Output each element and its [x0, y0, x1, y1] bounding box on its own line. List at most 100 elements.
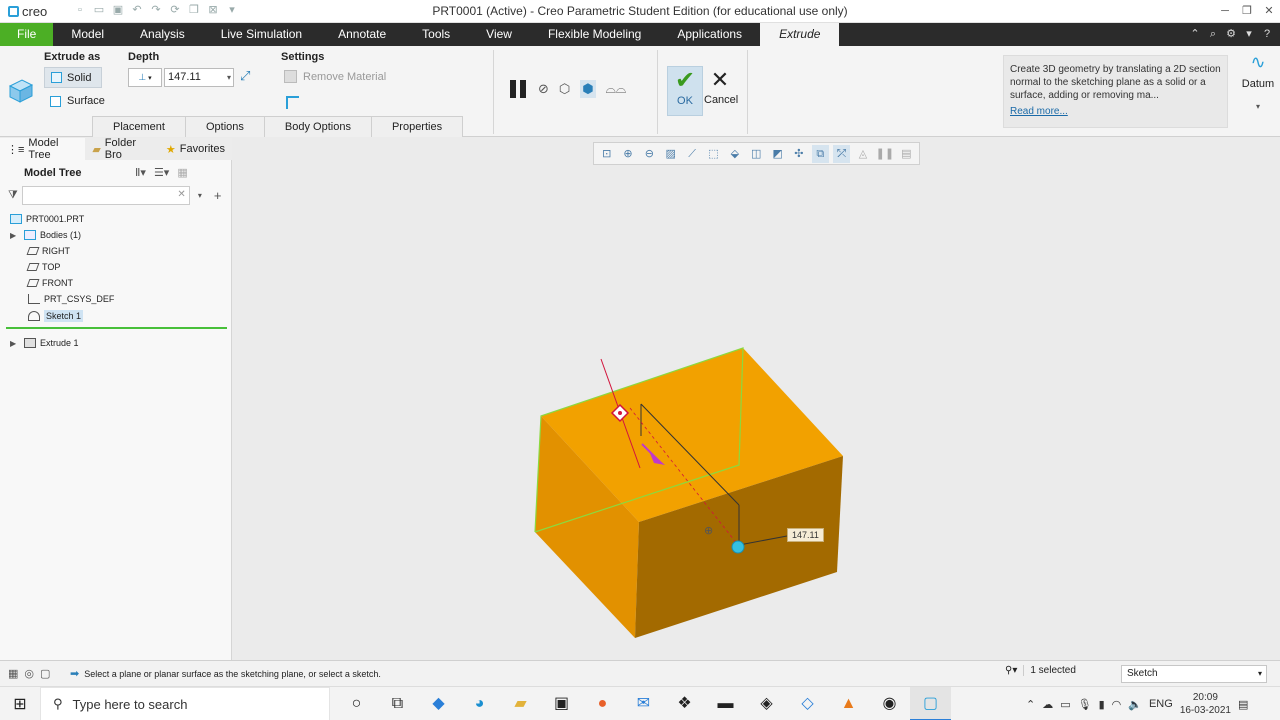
saved-orientations-icon[interactable]: ⬚ — [705, 145, 722, 163]
cortana-icon[interactable]: ○ — [336, 687, 377, 720]
tab-live-simulation[interactable]: Live Simulation — [203, 23, 320, 46]
new-icon[interactable]: ▫ — [74, 4, 86, 16]
expand-icon[interactable]: ▶ — [10, 339, 20, 348]
clock[interactable]: 20:09 16-03-2021 — [1180, 691, 1231, 717]
zoom-in-icon[interactable]: ⊕ — [619, 145, 636, 163]
funnel-icon[interactable]: ⧩ — [8, 189, 18, 202]
tree-item-right[interactable]: RIGHT — [26, 246, 70, 256]
terminal-icon[interactable]: ▬ — [705, 687, 746, 720]
depth-value-input[interactable]: 147.11 ▾ — [164, 68, 234, 87]
surface-button[interactable]: Surface — [50, 95, 105, 107]
help-icon[interactable]: ? — [1260, 23, 1274, 46]
wifi-icon[interactable]: ◠ — [1112, 698, 1122, 711]
ok-button[interactable]: ✔ OK — [667, 66, 703, 116]
subtab-body-options[interactable]: Body Options — [263, 116, 372, 137]
tree-item-extrude[interactable]: ▶ Extrude 1 — [10, 338, 79, 348]
save-icon[interactable]: ▣ — [112, 4, 124, 16]
appearance-icon[interactable]: ▤ — [898, 145, 915, 163]
firefox-icon[interactable]: ● — [582, 687, 623, 720]
pause-icon[interactable] — [510, 80, 528, 98]
language-indicator[interactable]: ENG — [1149, 698, 1173, 710]
network-icon[interactable]: ▭ — [1060, 698, 1070, 711]
taskbar-search-input[interactable]: ⚲ Type here to search — [40, 687, 330, 720]
depth-drag-handle[interactable] — [731, 540, 745, 554]
tree-item-front[interactable]: FRONT — [26, 278, 73, 288]
volume-icon[interactable]: 🔈 — [1128, 698, 1142, 711]
depth-type-dropdown[interactable]: ⊥ ▾ — [128, 68, 162, 87]
collapse-ribbon-icon[interactable]: ⌃ — [1188, 23, 1202, 46]
reorient-icon[interactable]: ⟋ — [683, 145, 700, 163]
tab-flexible-modeling[interactable]: Flexible Modeling — [530, 23, 659, 46]
tree-item-top[interactable]: TOP — [26, 262, 60, 272]
tab-model-tree[interactable]: ⋮≡ Model Tree — [0, 137, 86, 161]
mail-icon[interactable]: ✉ — [623, 687, 664, 720]
app-icon[interactable]: ◈ — [746, 687, 787, 720]
grid-icon[interactable]: ▦ — [8, 667, 18, 680]
app-icon[interactable]: ◇ — [787, 687, 828, 720]
tab-applications[interactable]: Applications — [659, 23, 760, 46]
browser-icon[interactable]: ◎ — [24, 667, 34, 680]
depth-dropdown-arrow-icon[interactable]: ▾ — [227, 69, 231, 86]
attached-preview-icon[interactable]: ⬢ — [580, 80, 596, 98]
tab-favorites[interactable]: ★ Favorites — [159, 138, 232, 160]
close-window-icon[interactable]: ⊠ — [207, 4, 219, 16]
pause-animation-icon[interactable]: ❚❚ — [876, 145, 894, 163]
remove-material-button[interactable]: Remove Material — [284, 70, 386, 83]
open-icon[interactable]: ▭ — [93, 4, 105, 16]
zoom-out-icon[interactable]: ⊖ — [641, 145, 658, 163]
subtab-properties[interactable]: Properties — [370, 116, 464, 137]
read-more-link[interactable]: Read more... — [1010, 105, 1221, 118]
redo-icon[interactable]: ↷ — [150, 4, 162, 16]
tab-tools[interactable]: Tools — [404, 23, 468, 46]
cancel-button[interactable]: ✕ Cancel — [704, 66, 738, 116]
view-manager-icon[interactable]: ⬙ — [726, 145, 743, 163]
add-icon[interactable]: + — [214, 188, 222, 203]
creo-taskbar-icon[interactable]: ▢ — [910, 687, 951, 720]
datum-display-filters-icon[interactable]: ✣ — [790, 145, 807, 163]
windows-icon[interactable]: ❐ — [188, 4, 200, 16]
tab-annotate[interactable]: Annotate — [320, 23, 404, 46]
tree-search-input[interactable]: ✕ — [21, 186, 190, 205]
app-icon[interactable]: ◆ — [418, 687, 459, 720]
chevron-down-icon[interactable]: ▾ — [1242, 23, 1256, 46]
dropbox-icon[interactable]: ❖ — [664, 687, 705, 720]
subtab-options[interactable]: Options — [184, 116, 265, 137]
annotation-display-icon[interactable]: ⧉ — [811, 144, 829, 163]
tree-item-root[interactable]: PRT0001.PRT — [10, 214, 84, 224]
obs-icon[interactable]: ◉ — [869, 687, 910, 720]
customize-dropdown-icon[interactable]: ▾ — [226, 4, 238, 16]
minimize-button[interactable]: ─ — [1214, 0, 1236, 23]
find-icon[interactable]: ⚲▾ — [1005, 665, 1017, 676]
perspective-icon[interactable]: ◩ — [769, 145, 786, 163]
search-icon[interactable]: ⌕ — [1206, 23, 1220, 46]
spin-center-icon[interactable]: ⤱ — [832, 144, 851, 163]
notifications-icon[interactable]: ▤ — [1238, 698, 1248, 711]
close-button[interactable]: ✕ — [1258, 0, 1280, 23]
tree-filter-icon[interactable]: Ⅱ▾ — [135, 166, 146, 179]
verify-glasses-icon[interactable]: ⌓⌓ — [606, 81, 627, 97]
regenerate-icon[interactable]: ⟳ — [169, 4, 181, 16]
repaint-icon[interactable]: ▨ — [662, 145, 679, 163]
tree-columns-icon[interactable]: ▦ — [177, 166, 187, 179]
task-view-icon[interactable]: ⧉ — [377, 687, 418, 720]
preview-icon[interactable]: ⬡ — [559, 81, 570, 97]
microphone-icon[interactable]: 🎙 — [1078, 698, 1092, 711]
flip-direction-icon[interactable]: ⤢ — [240, 68, 250, 84]
undo-icon[interactable]: ↶ — [131, 4, 143, 16]
vlc-icon[interactable]: ▲ — [828, 687, 869, 720]
tab-view[interactable]: View — [468, 23, 530, 46]
windows-start-icon[interactable]: ⊞ — [0, 687, 40, 720]
tree-settings-icon[interactable]: ☰▾ — [154, 166, 169, 179]
chevron-up-icon[interactable]: ⌃ — [1026, 698, 1035, 711]
section-icon[interactable]: ◬ — [854, 145, 871, 163]
chevron-down-icon[interactable]: ▾ — [1240, 102, 1276, 111]
tab-file[interactable]: File — [0, 23, 54, 46]
tree-item-bodies[interactable]: ▶ Bodies (1) — [10, 230, 81, 240]
datum-button[interactable]: ∿ Datum ▾ — [1240, 52, 1276, 111]
selection-count[interactable]: 1 selected — [1023, 665, 1076, 676]
store-icon[interactable]: ▣ — [541, 687, 582, 720]
tab-model[interactable]: Model — [53, 23, 122, 46]
clear-icon[interactable]: ✕ — [177, 189, 185, 200]
tab-extrude[interactable]: Extrude — [760, 23, 840, 46]
fullscreen-icon[interactable]: ▢ — [40, 667, 50, 680]
